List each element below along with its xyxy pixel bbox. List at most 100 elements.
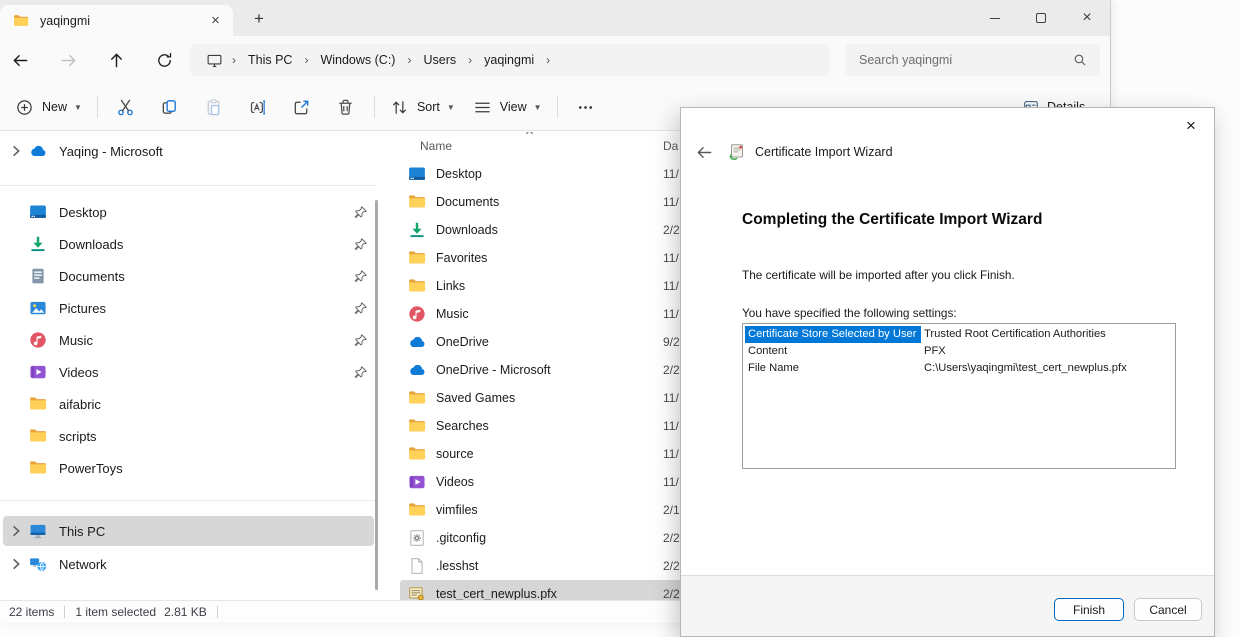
sidebar-item-documents[interactable]: Documents [3,261,374,291]
new-button-label: New [42,100,67,114]
toolbar-divider [557,96,558,118]
sidebar-item-powertoys[interactable]: PowerToys [3,453,374,483]
cut-button[interactable] [104,90,148,124]
chevron-down-icon: ▼ [534,103,542,112]
file-date-modified: 11/ [663,447,679,461]
chevron-right-icon[interactable] [8,556,24,572]
sidebar-divider [0,185,376,186]
selection-size: 2.81 KB [164,605,207,619]
file-name: test_cert_newplus.pfx [436,587,651,600]
wizard-heading: Completing the Certificate Import Wizard [742,211,1042,229]
sidebar-divider [0,500,376,501]
file-date-modified: 11/ [663,391,679,405]
forward-button[interactable] [52,44,84,76]
breadcrumb-chevron-icon[interactable]: › [299,53,313,67]
more-options-button[interactable] [564,90,608,124]
setting-key: Content [745,343,791,360]
setting-row-content[interactable]: Content PFX [743,343,1175,360]
settings-table[interactable]: Certificate Store Selected by UserTruste… [742,323,1176,469]
breadcrumb-chevron-icon[interactable]: › [541,53,555,67]
download-icon [29,235,47,253]
file-name: Saved Games [436,391,651,405]
search-box[interactable] [845,44,1100,76]
finish-button[interactable]: Finish [1054,598,1124,621]
certificate-icon [408,585,426,600]
minimize-button[interactable] [972,0,1018,36]
setting-row-file-name[interactable]: File NameC:\Users\yaqingmi\test_cert_new… [743,360,1175,377]
file-name: source [436,447,651,461]
breadcrumb-chevron-icon[interactable]: › [227,53,241,67]
folder-icon [29,395,47,413]
folder-icon [408,249,426,267]
file-date-modified: 2/2 [663,559,680,573]
music-icon [408,305,426,323]
address-bar-row: ›This PC›Windows (C:)›Users›yaqingmi› [0,36,1110,84]
name-column-header[interactable]: Name [420,139,452,153]
file-date-modified: 11/ [663,195,679,209]
pin-icon [353,365,368,380]
sidebar-scrollbar[interactable] [375,200,378,590]
explorer-tab[interactable]: yaqingmi × [0,5,233,36]
maximize-button[interactable] [1018,0,1064,36]
sidebar-item-network[interactable]: Network [3,549,374,579]
setting-value: Trusted Root Certification Authorities [924,326,1106,343]
sidebar-item-videos[interactable]: Videos [3,357,374,387]
new-tab-button[interactable]: + [247,7,271,31]
folder-icon [29,427,47,445]
sort-button[interactable]: Sort ▼ [381,90,464,124]
delete-button[interactable] [324,90,368,124]
pin-icon [353,237,368,252]
breadcrumb-item-yaqingmi[interactable]: yaqingmi [477,51,541,69]
breadcrumb-item-this-pc[interactable]: This PC [241,51,299,69]
sidebar-item-aifabric[interactable]: aifabric [3,389,374,419]
breadcrumb[interactable]: ›This PC›Windows (C:)›Users›yaqingmi› [190,44,830,76]
breadcrumb-chevron-icon[interactable]: › [463,53,477,67]
setting-row-certificate-store-selected-by-user[interactable]: Certificate Store Selected by UserTruste… [743,326,1175,343]
copy-button[interactable] [148,90,192,124]
status-divider [217,606,218,618]
setting-value: PFX [924,343,946,360]
close-button[interactable]: × [1064,0,1110,36]
refresh-button[interactable] [148,44,180,76]
sidebar-item-label: Desktop [59,205,353,220]
breadcrumb-item-users[interactable]: Users [416,51,463,69]
dialog-close-button[interactable]: × [1176,113,1206,139]
new-button[interactable]: New ▼ [6,90,91,124]
dialog-back-button[interactable] [693,141,715,163]
breadcrumb-item-windows-c[interactable]: Windows (C:) [313,51,402,69]
sidebar-item-scripts[interactable]: scripts [3,421,374,451]
file-date-modified: 9/2 [663,335,680,349]
paste-button [192,90,236,124]
breadcrumb-chevron-icon[interactable]: › [402,53,416,67]
folder-icon [408,389,426,407]
file-date-modified: 11/ [663,279,679,293]
view-button[interactable]: View ▼ [464,90,551,124]
file-date-modified: 2/2 [663,587,680,600]
file-name: Videos [436,475,651,489]
rename-button[interactable] [236,90,280,124]
file-date-modified: 2/2 [663,223,680,237]
file-name: Links [436,279,651,293]
document-icon [29,267,47,285]
up-button[interactable] [100,44,132,76]
sidebar-item-pictures[interactable]: Pictures [3,293,374,323]
sidebar-item-this-pc[interactable]: This PC [3,516,374,546]
share-button[interactable] [280,90,324,124]
selection-count: 1 item selected [75,605,156,619]
sidebar-item-downloads[interactable]: Downloads [3,229,374,259]
setting-value: C:\Users\yaqingmi\test_cert_newplus.pfx [924,360,1127,377]
date-column-header[interactable]: Da [663,139,678,153]
search-input[interactable] [857,52,1072,68]
sidebar-item-music[interactable]: Music [3,325,374,355]
pin-icon [353,301,368,316]
back-button[interactable] [4,44,36,76]
sidebar-item-onedrive[interactable]: Yaqing - Microsoft [3,136,374,166]
onedrive-cloud-icon [29,142,47,160]
pin-icon [353,205,368,220]
pin-icon [353,333,368,348]
sidebar-item-desktop[interactable]: Desktop [3,197,374,227]
tab-close-icon[interactable]: × [206,11,225,30]
cancel-button[interactable]: Cancel [1134,598,1202,621]
chevron-right-icon[interactable] [8,523,24,539]
chevron-right-icon[interactable] [8,143,24,159]
